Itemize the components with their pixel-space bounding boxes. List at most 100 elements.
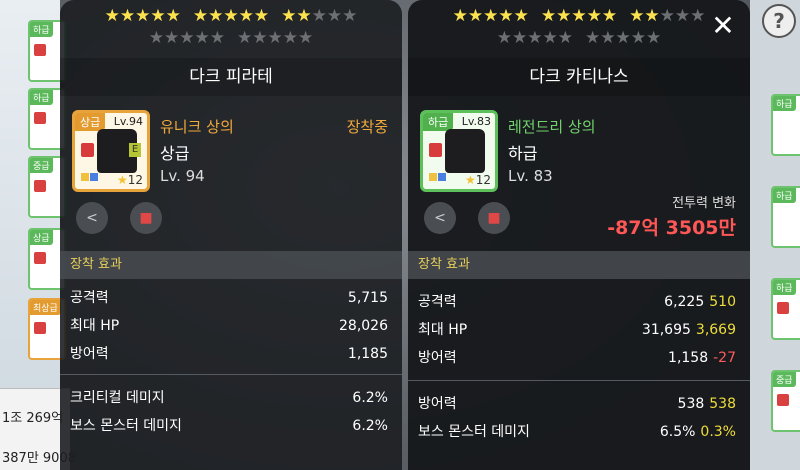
star-icon: ★: [659, 6, 675, 26]
close-icon[interactable]: ✕: [708, 12, 738, 42]
stat-diff: 538: [709, 396, 736, 412]
level-tag: Lv.94: [113, 115, 143, 128]
star-rating-row: ★★★★★ ★★★★★ ★★★★★: [60, 6, 402, 26]
star-icon: ★: [483, 6, 499, 26]
item-icon[interactable]: 하급 Lv.83 ★12: [420, 110, 498, 192]
stat-row: 공격력 5,715: [70, 286, 388, 310]
share-icon: <: [86, 210, 98, 226]
inventory-slot[interactable]: 중급: [771, 370, 800, 432]
item-name: 다크 카티나스: [408, 58, 750, 96]
stat-diff: 510: [709, 294, 736, 310]
stat-value: 31,695: [641, 322, 691, 338]
item-type-label: 레전드리 상의: [508, 118, 596, 136]
option-chips: [429, 166, 447, 185]
star-icon: ★: [557, 28, 573, 48]
stat-row: 최대 HP 31,695 3,669: [418, 318, 736, 342]
star-group: ★★★★★: [541, 6, 617, 26]
star-icon: ★: [282, 28, 298, 48]
star-icon: ★: [253, 6, 270, 26]
star-icon: ★: [209, 28, 225, 48]
stat-row: 공격력 6,225 510: [418, 290, 736, 314]
armor-icon: [445, 129, 485, 173]
star-icon: ★: [586, 6, 602, 26]
currency-line-1: 1조 269억: [2, 411, 64, 426]
star-icon: ★: [690, 6, 706, 26]
star-icon: ★: [148, 28, 164, 48]
lock-button[interactable]: ■: [130, 202, 162, 234]
stat-row: 최대 HP 28,026: [70, 314, 388, 338]
stat-value: 538: [677, 396, 705, 412]
equipped-item-card: ★★★★★ ★★★★★ ★★★★★ ★★★★★ ★★★★★ 다크 피라테 상급 Lv.…: [60, 0, 402, 470]
equip-effect-header: 장착 효과: [408, 251, 750, 279]
inventory-slot[interactable]: 하급: [771, 94, 800, 156]
star-group: ★★★★★: [453, 6, 529, 26]
star-icon: ★: [600, 28, 616, 48]
star-icon: ★: [498, 6, 514, 26]
star-group: ★★★★★: [629, 6, 705, 26]
share-button[interactable]: <: [424, 202, 456, 234]
stat-value: 6.5%: [659, 424, 696, 440]
stat-label: 방어력: [418, 396, 457, 412]
stat-value-group: 6.5% 0.3%: [660, 420, 736, 444]
slot-grade-tag: 하급: [30, 90, 53, 105]
inventory-slot[interactable]: 하급: [771, 186, 800, 248]
star-icon: ★: [540, 6, 557, 26]
star-icon: ★: [267, 28, 283, 48]
lock-button[interactable]: ■: [478, 202, 510, 234]
stat-value: 6.2%: [352, 418, 388, 434]
item-level: Lv. 94: [160, 167, 205, 185]
star-icon: ★: [615, 28, 631, 48]
item-icon[interactable]: 상급 Lv.94 E ★12: [72, 110, 150, 192]
slot-grade-tag: 상급: [30, 230, 53, 245]
star-icon: ★: [150, 6, 166, 26]
help-icon[interactable]: ?: [762, 4, 796, 38]
star-icon: ★: [512, 28, 528, 48]
stat-diff: -27: [713, 350, 736, 366]
star-icon: ★: [326, 6, 343, 26]
star-icon: ★: [135, 6, 151, 26]
lock-icon: [34, 180, 46, 192]
star-icon: ★: [464, 173, 476, 187]
share-button[interactable]: <: [76, 202, 108, 234]
slot-grade-tag: 하급: [773, 280, 796, 295]
star-icon: ★: [556, 6, 572, 26]
star-icon: ★: [104, 6, 120, 26]
star-icon: ★: [342, 6, 358, 26]
stat-label: 공격력: [418, 294, 457, 310]
stat-label: 방어력: [418, 350, 457, 366]
stat-value: 1,158: [668, 350, 709, 366]
slot-grade-tag: 하급: [30, 22, 53, 37]
share-icon: <: [434, 210, 446, 226]
star-rating-row-2: ★★★★★ ★★★★★: [60, 28, 402, 48]
lock-icon: ■: [487, 210, 501, 226]
star-icon: ★: [164, 28, 180, 48]
star-icon: ★: [629, 6, 645, 26]
item-name: 다크 피라테: [60, 58, 402, 96]
stat-row: 방어력 538 538: [418, 392, 736, 416]
enhance-star-count: ★12: [464, 173, 491, 187]
star-group: ★★★★★: [497, 28, 573, 48]
stat-row: 보스 몬스터 데미지 6.5% 0.3%: [418, 420, 736, 444]
lock-icon: [34, 112, 46, 124]
item-level: Lv. 83: [508, 167, 553, 185]
stat-label: 보스 몬스터 데미지: [70, 418, 182, 434]
stat-label: 보스 몬스터 데미지: [418, 424, 530, 440]
stat-label: 공격력: [70, 290, 109, 306]
lock-icon: [777, 394, 789, 406]
star-icon: ★: [496, 28, 512, 48]
star-group: ★★★★★: [105, 6, 181, 26]
divider: [408, 380, 750, 381]
option-chips: [81, 166, 99, 185]
stat-value: 1,185: [347, 346, 388, 362]
star-icon: ★: [238, 6, 254, 26]
inventory-slot[interactable]: 하급: [771, 278, 800, 340]
item-grade: 하급: [508, 144, 538, 163]
lock-icon: [81, 143, 94, 157]
divider: [60, 374, 402, 375]
stat-label: 크리티컬 데미지: [70, 390, 165, 406]
item-type-label: 유니크 상의: [160, 118, 234, 136]
equip-effect-header: 장착 효과: [60, 251, 402, 279]
power-change-value: -87억 3505만: [607, 217, 736, 239]
stat-value: 6.2%: [352, 390, 388, 406]
star-group: ★★★★★: [193, 6, 269, 26]
